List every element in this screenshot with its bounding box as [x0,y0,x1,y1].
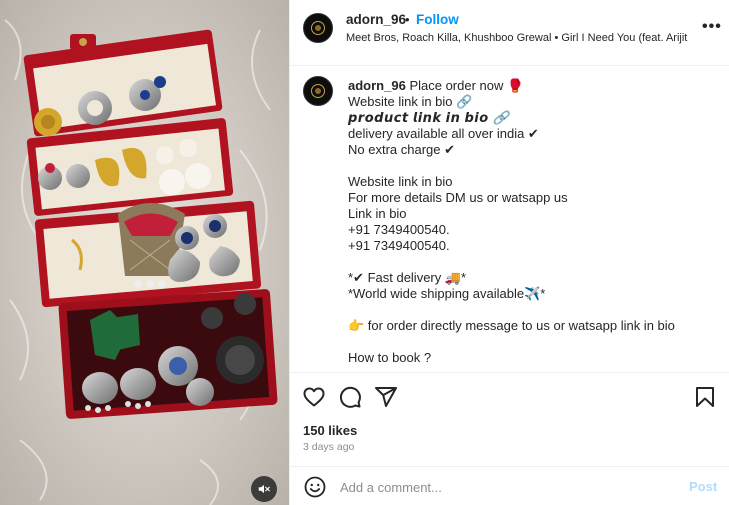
caption-phone: +91 7349400540. [348,222,450,237]
caption-line: For more details DM us or watsapp us [348,190,568,205]
caption-line: Link in bio [348,206,407,221]
caption-line: 👉 for order directly message to us or wa… [348,318,675,333]
caption-username[interactable]: adorn_96 [348,78,406,93]
caption-text: adorn_96 Place order now 🥊 Website link … [348,78,720,366]
caption-line: 𝙥𝙧𝙤𝙙𝙪𝙘𝙩 𝙡𝙞𝙣𝙠 𝙞𝙣 𝙗𝙞𝙤 🔗 [348,110,510,125]
comment-input[interactable] [340,476,640,498]
post-date[interactable]: 3 days ago [303,441,354,453]
comment-bar: Post [290,466,729,505]
caption-line: Website link in bio [348,174,453,189]
audio-track-link[interactable]: Meet Bros, Roach Killa, Khushboo Grewal … [346,32,691,44]
brand-logo-icon [311,21,325,35]
caption-line: No extra charge ✔ [348,142,455,157]
caption-first-line: adorn_96 Place order now 🥊 [348,78,720,94]
brand-logo-icon [311,84,325,98]
caption-line: Website link in bio 🔗 [348,94,473,109]
follow-button[interactable]: Follow [416,12,459,27]
caption-avatar[interactable] [303,76,333,106]
caption-phone: +91 7349400540. [348,238,450,253]
heart-icon[interactable] [302,385,326,409]
header-separator: • [405,12,410,27]
jewelry-box-photo [0,0,289,505]
caption-line: delivery available all over india ✔ [348,126,539,141]
bookmark-icon[interactable] [693,385,717,409]
mute-button[interactable] [251,476,277,502]
post-details-panel: adorn_96 • Follow Meet Bros, Roach Killa… [289,0,729,505]
smiley-icon[interactable] [303,475,327,499]
header-username[interactable]: adorn_96 [346,12,406,27]
post-comment-button[interactable]: Post [689,479,717,494]
caption-line: *✔ Fast delivery 🚚* [348,270,467,285]
paper-plane-icon[interactable] [374,385,398,409]
instagram-post: adorn_96 • Follow Meet Bros, Roach Killa… [0,0,729,505]
post-header: adorn_96 • Follow Meet Bros, Roach Killa… [290,0,729,66]
comment-icon[interactable] [338,385,362,409]
caption-line: How to book ? [348,350,432,365]
post-media[interactable] [0,0,289,505]
more-options-button[interactable]: ••• [702,18,722,36]
caption-section: adorn_96 Place order now 🥊 Website link … [290,66,729,372]
avatar[interactable] [303,13,333,43]
likes-count[interactable]: 150 likes [303,423,357,438]
action-bar: 150 likes 3 days ago [290,372,729,466]
caption-line: *World wide shipping available✈️* [348,286,546,301]
speaker-muted-icon [258,484,270,494]
caption-line: Place order now 🥊 [409,78,524,93]
